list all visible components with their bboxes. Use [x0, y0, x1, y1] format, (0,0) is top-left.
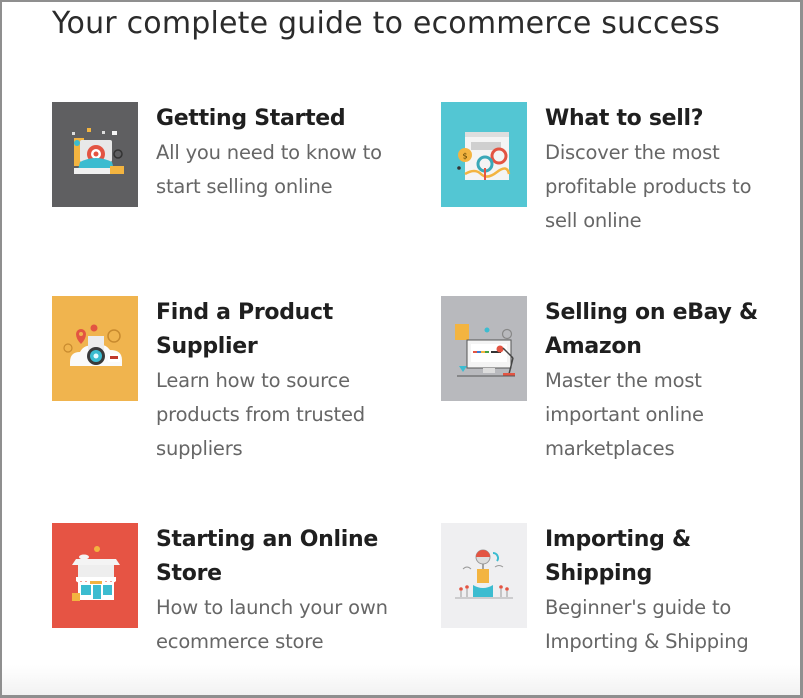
content-frame: Your complete guide to ecommerce success	[0, 0, 803, 698]
card-title[interactable]: What to sell?	[545, 102, 785, 136]
card-description: All you need to know to start selling on…	[156, 141, 382, 198]
thumbnail-ebay-amazon[interactable]	[441, 296, 527, 401]
storefront-icon	[52, 523, 138, 628]
card-title[interactable]: Getting Started	[156, 102, 396, 136]
guide-card-online-store[interactable]: Starting an Online Store How to launch y…	[52, 523, 392, 695]
laptop-target-icon	[52, 102, 138, 207]
magnifier-supplier-icon	[52, 296, 138, 401]
guide-card-find-supplier[interactable]: Find a Product Supplier Learn how to sou…	[52, 296, 392, 471]
card-title[interactable]: Importing & Shipping	[545, 523, 785, 591]
card-description: Master the most important online marketp…	[545, 369, 704, 460]
svg-text:$: $	[463, 152, 468, 161]
guide-card-getting-started[interactable]: Getting Started All you need to know to …	[52, 102, 392, 212]
card-description: Beginner's guide to Importing & Shipping	[545, 596, 749, 653]
guide-card-importing-shipping[interactable]: Importing & Shipping Beginner's guide to…	[441, 523, 781, 663]
thumbnail-importing-shipping[interactable]	[441, 523, 527, 628]
card-description: Discover the most profitable products to…	[545, 141, 752, 232]
desktop-marketplace-icon	[441, 296, 527, 401]
package-shipping-icon	[441, 523, 527, 628]
thumbnail-what-to-sell[interactable]: $	[441, 102, 527, 207]
thumbnail-find-supplier[interactable]	[52, 296, 138, 401]
card-title[interactable]: Find a Product Supplier	[156, 296, 396, 364]
guide-card-what-to-sell[interactable]: $ What to sell? Discover the most profit…	[441, 102, 781, 242]
thumbnail-online-store[interactable]	[52, 523, 138, 628]
guide-card-ebay-amazon[interactable]: Selling on eBay & Amazon Master the most…	[441, 296, 781, 471]
card-description: How to launch your own ecommerce store	[156, 596, 388, 653]
gears-chart-icon: $	[441, 102, 527, 207]
card-title[interactable]: Starting an Online Store	[156, 523, 396, 591]
card-description: Learn how to source products from truste…	[156, 369, 365, 460]
thumbnail-getting-started[interactable]	[52, 102, 138, 207]
card-title[interactable]: Selling on eBay & Amazon	[545, 296, 785, 364]
page-title: Your complete guide to ecommerce success	[52, 6, 721, 41]
